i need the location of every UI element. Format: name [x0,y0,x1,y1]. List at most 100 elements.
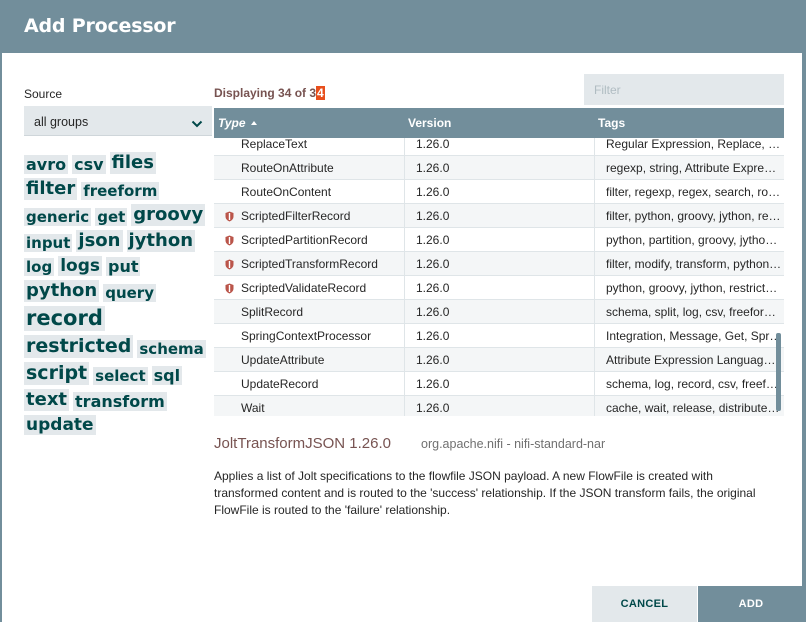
table-row[interactable]: ScriptedFilterRecord 1.26.0 filter, python… [214,204,784,228]
add-processor-dialog: Add Processor Source all groups avro csv f… [0,0,806,622]
tag-update[interactable]: update [24,415,96,435]
tag-query[interactable]: query [103,284,156,302]
table-rows: ReplaceText 1.26.0 Regular Expression, Rep… [214,138,784,416]
shield-icon [225,235,234,246]
table-header: Type Version Tags [214,108,784,138]
tag-script[interactable]: script [24,362,90,385]
tag-restricted[interactable]: restricted [24,335,134,358]
cell-type: ScriptedPartitionRecord [241,233,368,247]
tag-freeform[interactable]: freeform [81,182,160,200]
tag-select[interactable]: select [93,367,148,385]
tag-python[interactable]: python [24,280,100,302]
table-row[interactable]: Wait 1.26.0 cache, wait, release, distribu… [214,396,784,416]
cell-type: UpdateRecord [241,377,319,391]
tag-csv[interactable]: csv [72,155,106,174]
displaying-count-highlight: 4 [316,86,325,100]
table-row[interactable]: ScriptedValidateRecord 1.26.0 python, groo… [214,276,784,300]
table-row[interactable]: RouteOnAttribute 1.26.0 regexp, string, At… [214,156,784,180]
cell-version: 1.26.0 [404,156,594,180]
tag-schema[interactable]: schema [137,340,206,358]
cell-type: RouteOnAttribute [241,161,334,175]
cell-tags: Integration, Message, Get, Sprin… [594,324,784,348]
cell-type: ScriptedTransformRecord [241,257,378,271]
column-header-type[interactable]: Type [218,108,257,138]
cell-type: ScriptedValidateRecord [241,281,367,295]
tag-cloud: avro csv files filter freeform generic get groo… [24,152,214,439]
selected-processor-name: JoltTransformJSON 1.26.0 [214,435,392,452]
cell-tags: python, groovy, jython, restricte… [594,276,784,300]
displaying-count-text: Displaying 34 of 3 [214,86,317,100]
cell-tags: filter, regexp, regex, search, rout… [594,180,784,204]
tag-record[interactable]: record [24,306,105,331]
tag-logs[interactable]: logs [58,256,102,276]
tag-jython[interactable]: jython [126,230,196,252]
cell-tags: cache, wait, release, distributed, … [594,396,784,416]
table-scrollbar[interactable] [776,333,781,411]
tag-files[interactable]: files [109,152,156,174]
tag-get[interactable]: get [95,208,128,226]
displaying-count: Displaying 34 of 34 [214,86,325,100]
cell-version: 1.26.0 [404,348,594,372]
source-label: Source [24,87,63,101]
cell-version: 1.26.0 [404,372,594,396]
column-header-version[interactable]: Version [408,108,451,138]
cell-version: 1.26.0 [404,324,594,348]
cell-version: 1.26.0 [404,138,594,156]
table-row[interactable]: ScriptedTransformRecord 1.26.0 filter, mod… [214,252,784,276]
table-row[interactable]: UpdateAttribute 1.26.0 Attribute Expressio… [214,348,784,372]
tag-json[interactable]: json [76,230,123,252]
cancel-button[interactable]: CANCEL [592,586,697,622]
source-group-select[interactable]: all groups [24,106,212,136]
column-header-type-label: Type [218,116,246,130]
cell-tags: schema, log, record, csv, freefor… [594,372,784,396]
cell-tags: schema, split, log, csv, freeform… [594,300,784,324]
tag-groovy[interactable]: groovy [131,204,206,226]
cell-type: ReplaceText [241,138,308,151]
cell-tags: Attribute Expression Language, … [594,348,784,372]
table-row[interactable]: RouteOnContent 1.26.0 filter, regexp, rege… [214,180,784,204]
shield-icon [225,283,234,294]
add-button[interactable]: ADD [698,586,804,622]
table-row[interactable]: ReplaceText 1.26.0 Regular Expression, Rep… [214,138,784,156]
cell-tags: python, partition, groovy, jython,… [594,228,784,252]
selected-processor-description: Applies a list of Jolt specifications to… [214,469,756,517]
shield-icon [225,211,234,222]
cell-type: RouteOnContent [241,185,332,199]
cell-type: SpringContextProcessor [241,329,372,343]
tag-text[interactable]: text [24,389,70,411]
cell-tags: Regular Expression, Replace, R… [594,138,784,156]
tag-log[interactable]: log [24,258,55,276]
cell-version: 1.26.0 [404,252,594,276]
table-body[interactable]: ReplaceText 1.26.0 Regular Expression, Rep… [214,138,784,416]
cell-type: UpdateAttribute [241,353,325,367]
cell-version: 1.26.0 [404,300,594,324]
cell-tags: regexp, string, Attribute Express… [594,156,784,180]
table-row[interactable]: SpringContextProcessor 1.26.0 Integration,… [214,324,784,348]
table-row[interactable]: UpdateRecord 1.26.0 schema, log, record, c… [214,372,784,396]
table-row[interactable]: SplitRecord 1.26.0 schema, split, log, csv… [214,300,784,324]
dialog-title: Add Processor [24,15,176,37]
source-selected-value: all groups [34,115,89,129]
cell-tags: filter, modify, transform, python,… [594,252,784,276]
chevron-down-icon [191,120,203,128]
tag-transform[interactable]: transform [73,392,167,411]
tag-sql[interactable]: sql [151,366,183,385]
cell-version: 1.26.0 [404,276,594,300]
cell-type: Wait [241,401,265,415]
tag-input[interactable]: input [24,234,73,252]
tag-put[interactable]: put [105,257,141,276]
cell-version: 1.26.0 [404,228,594,252]
cell-type: SplitRecord [241,305,304,319]
cell-type: ScriptedFilterRecord [241,209,351,223]
tag-filter[interactable]: filter [24,178,78,200]
filter-input[interactable] [584,74,784,105]
tag-avro[interactable]: avro [24,155,69,174]
tag-generic[interactable]: generic [24,208,92,226]
cell-version: 1.26.0 [404,396,594,416]
selected-processor-bundle: org.apache.nifi - nifi-standard-nar [421,437,606,451]
table-row[interactable]: ScriptedPartitionRecord 1.26.0 python, par… [214,228,784,252]
cell-tags: filter, python, groovy, jython, rest… [594,204,784,228]
shield-icon [225,259,234,270]
cell-version: 1.26.0 [404,204,594,228]
column-header-tags[interactable]: Tags [598,108,625,138]
